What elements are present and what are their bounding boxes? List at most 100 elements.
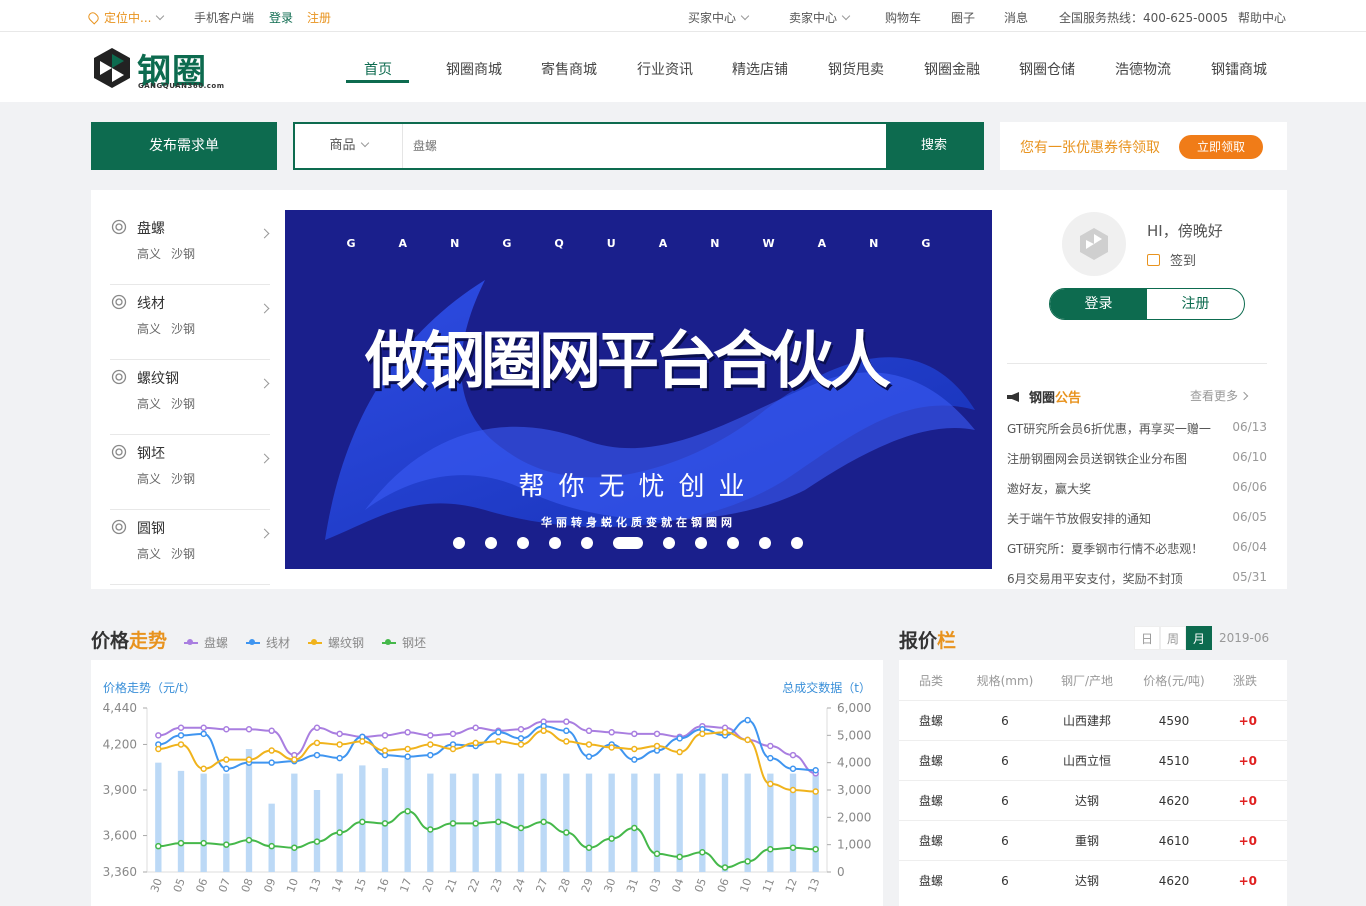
messages-link[interactable]: 消息 (1004, 9, 1028, 26)
legend-label: 螺纹钢 (328, 636, 365, 650)
chevron-down-icon (360, 138, 369, 148)
nav-item-9[interactable]: 钢镭商城 (1211, 59, 1267, 79)
notice-item[interactable]: GT研究所会员6折优惠，再享买一赠一 06/13 (1007, 420, 1267, 437)
carousel-dot[interactable] (759, 537, 771, 549)
register-button[interactable]: 注册 (1147, 289, 1244, 319)
volume-bar (223, 773, 230, 872)
cart-link[interactable]: 购物车 (885, 9, 921, 26)
data-point (427, 732, 434, 739)
top-register-link[interactable]: 注册 (307, 9, 331, 26)
publish-demand-button[interactable]: 发布需求单 (91, 122, 277, 170)
data-point (223, 841, 230, 848)
data-point (653, 850, 661, 858)
location-selector[interactable]: 定位中... (86, 9, 165, 26)
claim-coupon-button[interactable]: 立即领取 (1179, 135, 1263, 159)
category-sub-link[interactable]: 沙钢 (171, 322, 195, 336)
site-logo[interactable]: 钢圈 GANGQUAN360.com (90, 42, 224, 92)
seller-center-label: 卖家中心 (789, 11, 838, 25)
nav-item-4[interactable]: 精选店铺 (732, 59, 788, 79)
promo-banner[interactable]: G A N G Q U A N W A N G 做钢圈网平台合伙人 帮你无忧创业 华丽转身蜕化质变就在… (285, 210, 992, 569)
banner-letter: N (869, 237, 879, 250)
category-item[interactable]: 线材 高义 沙钢 (110, 285, 270, 360)
search-input[interactable] (413, 134, 873, 158)
notice-item[interactable]: GT研究所：夏季钢市行情不必悲观！ 06/04 (1007, 540, 1267, 557)
carousel-dot[interactable] (727, 537, 739, 549)
carousel-dot[interactable] (485, 537, 497, 549)
legend-item[interactable]: 盘螺 (184, 634, 228, 651)
notice-item[interactable]: 6月交易用平安支付，奖励不封顶 05/31 (1007, 570, 1267, 587)
carousel-dot[interactable] (549, 537, 561, 549)
nav-item-0[interactable]: 首页 (364, 59, 392, 79)
legend-item[interactable]: 钢坯 (382, 634, 426, 651)
category-item[interactable]: 圆钢 高义 沙钢 (110, 510, 270, 585)
category-sub-link[interactable]: 沙钢 (171, 547, 195, 561)
table-row[interactable]: 盘螺 6 达钢 4620 +0 (899, 780, 1287, 820)
carousel-dot[interactable] (453, 537, 465, 549)
circle-link[interactable]: 圈子 (951, 9, 975, 26)
nav-item-1[interactable]: 钢圈商城 (446, 59, 502, 79)
notice-item[interactable]: 注册钢圈网会员送钢铁企业分布图 06/10 (1007, 450, 1267, 467)
nav-item-2[interactable]: 寄售商城 (541, 59, 597, 79)
notice-more-link[interactable]: 查看更多 (1190, 387, 1249, 404)
carousel-dot[interactable] (663, 537, 675, 549)
category-sub-link[interactable]: 沙钢 (171, 247, 195, 261)
legend-item[interactable]: 螺纹钢 (308, 634, 364, 651)
table-row[interactable]: 盘螺 6 重钢 4610 +0 (899, 820, 1287, 860)
banner-letter: G (346, 237, 356, 250)
legend-item[interactable]: 线材 (246, 634, 290, 651)
buyer-center-menu[interactable]: 买家中心 (688, 9, 750, 26)
nav-item-8[interactable]: 浩德物流 (1115, 59, 1171, 79)
carousel-dot[interactable] (613, 537, 643, 549)
notice-item[interactable]: 邀好友，赢大奖 06/06 (1007, 480, 1267, 497)
category-item[interactable]: 钢坯 高义 沙钢 (110, 435, 270, 510)
banner-letters: GANGQUANWANG (285, 237, 992, 250)
volume-bar (721, 773, 729, 872)
category-sub-link[interactable]: 沙钢 (171, 472, 195, 486)
range-tab[interactable]: 周 (1160, 626, 1186, 650)
range-tab[interactable]: 日 (1134, 626, 1160, 650)
search-button[interactable]: 搜索 (886, 124, 982, 168)
right-tick-label: 2,000 (837, 810, 871, 824)
round-bar-icon (110, 518, 128, 536)
nav-item-5[interactable]: 钢货甩卖 (828, 59, 884, 79)
megaphone-icon (1007, 392, 1019, 402)
notice-text: GT研究所：夏季钢市行情不必悲观！ (1007, 542, 1204, 556)
series-line (158, 720, 816, 775)
mobile-client-link[interactable]: 手机客户端 (194, 9, 254, 26)
category-sub-link[interactable]: 高义 (137, 247, 161, 261)
login-button[interactable]: 登录 (1050, 289, 1147, 319)
category-sub-link[interactable]: 高义 (137, 322, 161, 336)
carousel-dot[interactable] (791, 537, 803, 549)
seller-center-menu[interactable]: 卖家中心 (789, 9, 851, 26)
category-sub-link[interactable]: 高义 (137, 547, 161, 561)
category-item[interactable]: 螺纹钢 高义 沙钢 (110, 360, 270, 435)
data-point (155, 745, 162, 753)
range-tab[interactable]: 月 (1186, 626, 1212, 650)
banner-subline: 华丽转身蜕化质变就在钢圈网 (541, 516, 736, 529)
notice-item[interactable]: 关于端午节放假安排的通知 06/05 (1007, 510, 1267, 527)
category-item[interactable]: 盘螺 高义 沙钢 (110, 210, 270, 285)
nav-item-3[interactable]: 行业资讯 (637, 59, 693, 79)
banner-letter: N (710, 237, 720, 250)
nav-item-7[interactable]: 钢圈仓储 (1019, 59, 1075, 79)
data-point (427, 741, 434, 748)
category-sub-link[interactable]: 高义 (137, 397, 161, 411)
carousel-dot[interactable] (517, 537, 529, 549)
table-cell: 山西立恒 (1062, 754, 1111, 768)
x-tick-label: 13 (307, 877, 324, 895)
nav-item-6[interactable]: 钢圈金融 (924, 59, 980, 79)
carousel-dot[interactable] (581, 537, 593, 549)
carousel-dot[interactable] (695, 537, 707, 549)
x-tick-label: 05 (692, 877, 709, 895)
help-center-link[interactable]: 帮助中心 (1238, 9, 1286, 26)
table-row[interactable]: 盘螺 6 山西建邦 4590 +0 (899, 700, 1287, 740)
category-sub-link[interactable]: 高义 (137, 472, 161, 486)
chevron-right-icon (259, 453, 270, 464)
x-tick-label: 11 (760, 877, 777, 895)
checkin-button[interactable]: 签到 (1147, 250, 1196, 269)
table-row[interactable]: 盘螺 6 达钢 4620 +0 (899, 860, 1287, 900)
search-category-select[interactable]: 商品 (295, 124, 403, 168)
top-login-link[interactable]: 登录 (269, 9, 293, 26)
category-sub-link[interactable]: 沙钢 (171, 397, 195, 411)
table-row[interactable]: 盘螺 6 山西立恒 4510 +0 (899, 740, 1287, 780)
